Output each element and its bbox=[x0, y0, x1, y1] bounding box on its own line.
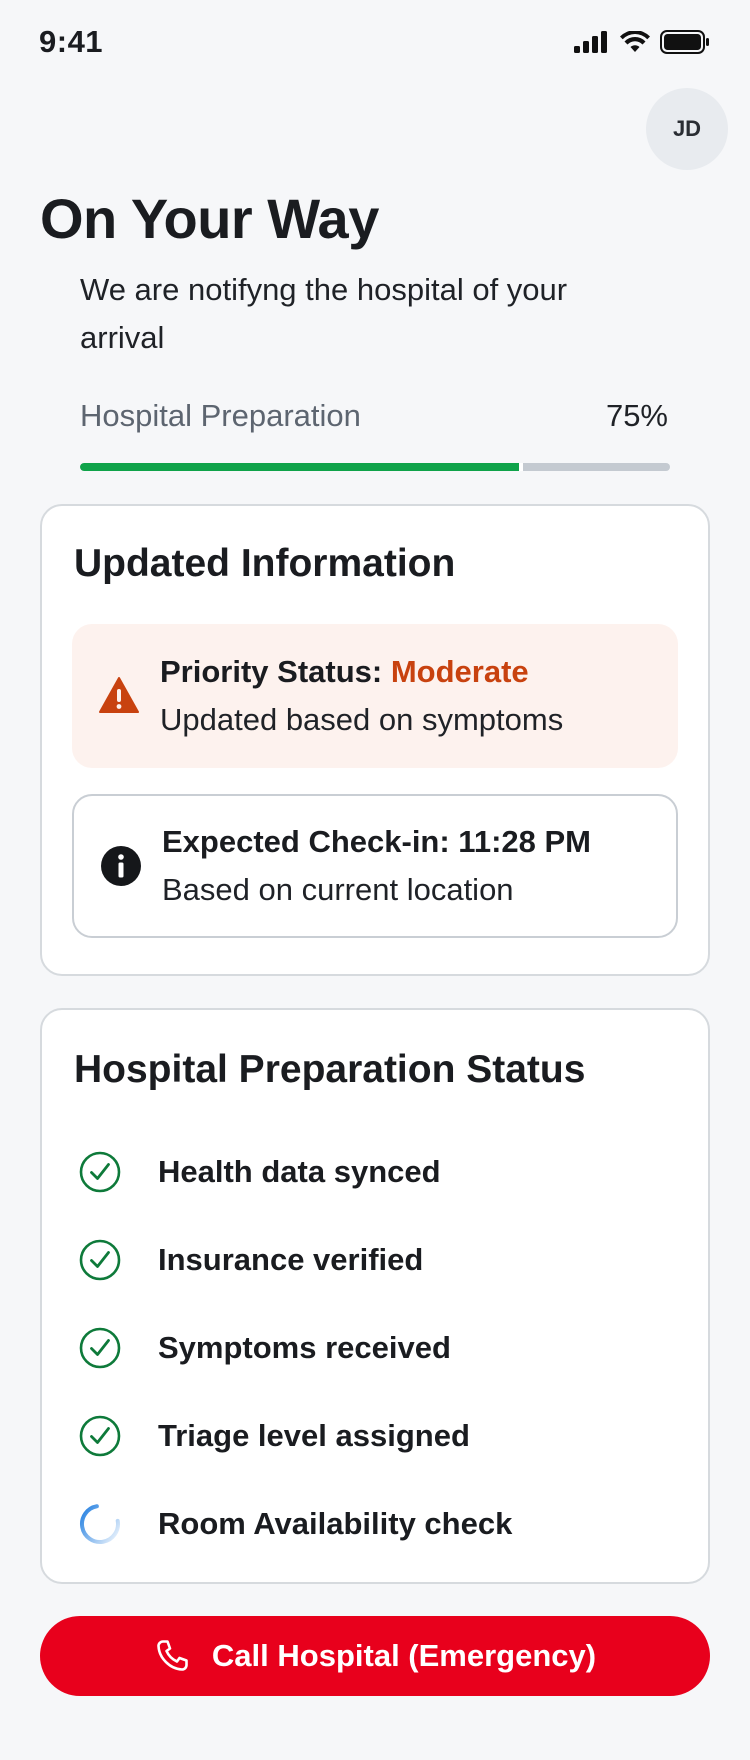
checklist-item: Room Availability check bbox=[78, 1480, 678, 1568]
check-circle-icon bbox=[79, 1151, 121, 1193]
preparation-status-title: Hospital Preparation Status bbox=[74, 1048, 586, 1091]
call-hospital-label: Call Hospital (Emergency) bbox=[211, 1638, 597, 1673]
phone-icon bbox=[157, 1640, 188, 1671]
preparation-status-card: Hospital Preparation Status Health data … bbox=[40, 1008, 710, 1584]
page-subtitle: We are notifyng the hospital of your arr… bbox=[80, 272, 568, 355]
checklist-item: Health data synced bbox=[78, 1128, 678, 1216]
info-icon bbox=[101, 846, 141, 886]
check-circle-icon bbox=[79, 1327, 121, 1369]
call-hospital-button[interactable]: Call Hospital (Emergency) bbox=[40, 1616, 710, 1696]
battery-icon bbox=[660, 30, 709, 54]
progress-value: 75% bbox=[605, 398, 668, 433]
checklist-item: Symptoms received bbox=[78, 1304, 678, 1392]
checklist-item-label: Insurance verified bbox=[158, 1242, 424, 1277]
checklist-item: Triage level assigned bbox=[78, 1392, 678, 1480]
preparation-checklist: Health data synced Insurance verified Sy… bbox=[78, 1128, 678, 1568]
check-circle-icon bbox=[79, 1239, 121, 1281]
wifi-icon bbox=[620, 31, 650, 52]
progress-bar-fill bbox=[80, 463, 523, 471]
priority-status-value: Moderate bbox=[390, 654, 529, 689]
status-bar: 9:41 bbox=[0, 0, 750, 88]
spinner-icon bbox=[80, 1504, 120, 1544]
checkin-note: Based on current location bbox=[162, 872, 514, 907]
avatar[interactable]: JD bbox=[646, 88, 728, 170]
updated-information-card: Updated Information Priority Status: Mod… bbox=[40, 504, 710, 976]
checklist-item-label: Health data synced bbox=[158, 1154, 441, 1189]
progress-bar bbox=[80, 463, 670, 471]
priority-status-line: Priority Status: Moderate bbox=[160, 654, 529, 690]
page-title: On Your Way bbox=[40, 187, 379, 250]
checklist-item-label: Triage level assigned bbox=[158, 1418, 470, 1453]
priority-status-label: Priority Status: bbox=[160, 654, 391, 689]
checkin-alert: Expected Check-in: 11:28 PM Based on cur… bbox=[72, 794, 678, 938]
status-time: 9:41 bbox=[39, 24, 104, 59]
priority-status-note: Updated based on symptoms bbox=[160, 702, 564, 737]
priority-status-alert: Priority Status: Moderate Updated based … bbox=[72, 624, 678, 768]
updated-information-title: Updated Information bbox=[74, 542, 456, 585]
checklist-item: Insurance verified bbox=[78, 1216, 678, 1304]
checkin-time: Expected Check-in: 11:28 PM bbox=[162, 824, 591, 859]
check-circle-icon bbox=[79, 1415, 121, 1457]
signal-icon bbox=[574, 31, 607, 53]
status-icons bbox=[574, 30, 710, 54]
avatar-initials: JD bbox=[672, 116, 702, 141]
warning-icon bbox=[99, 677, 139, 713]
checklist-item-label: Symptoms received bbox=[158, 1330, 451, 1365]
checklist-item-label: Room Availability check bbox=[158, 1506, 513, 1541]
progress-label: Hospital Preparation bbox=[80, 398, 361, 433]
